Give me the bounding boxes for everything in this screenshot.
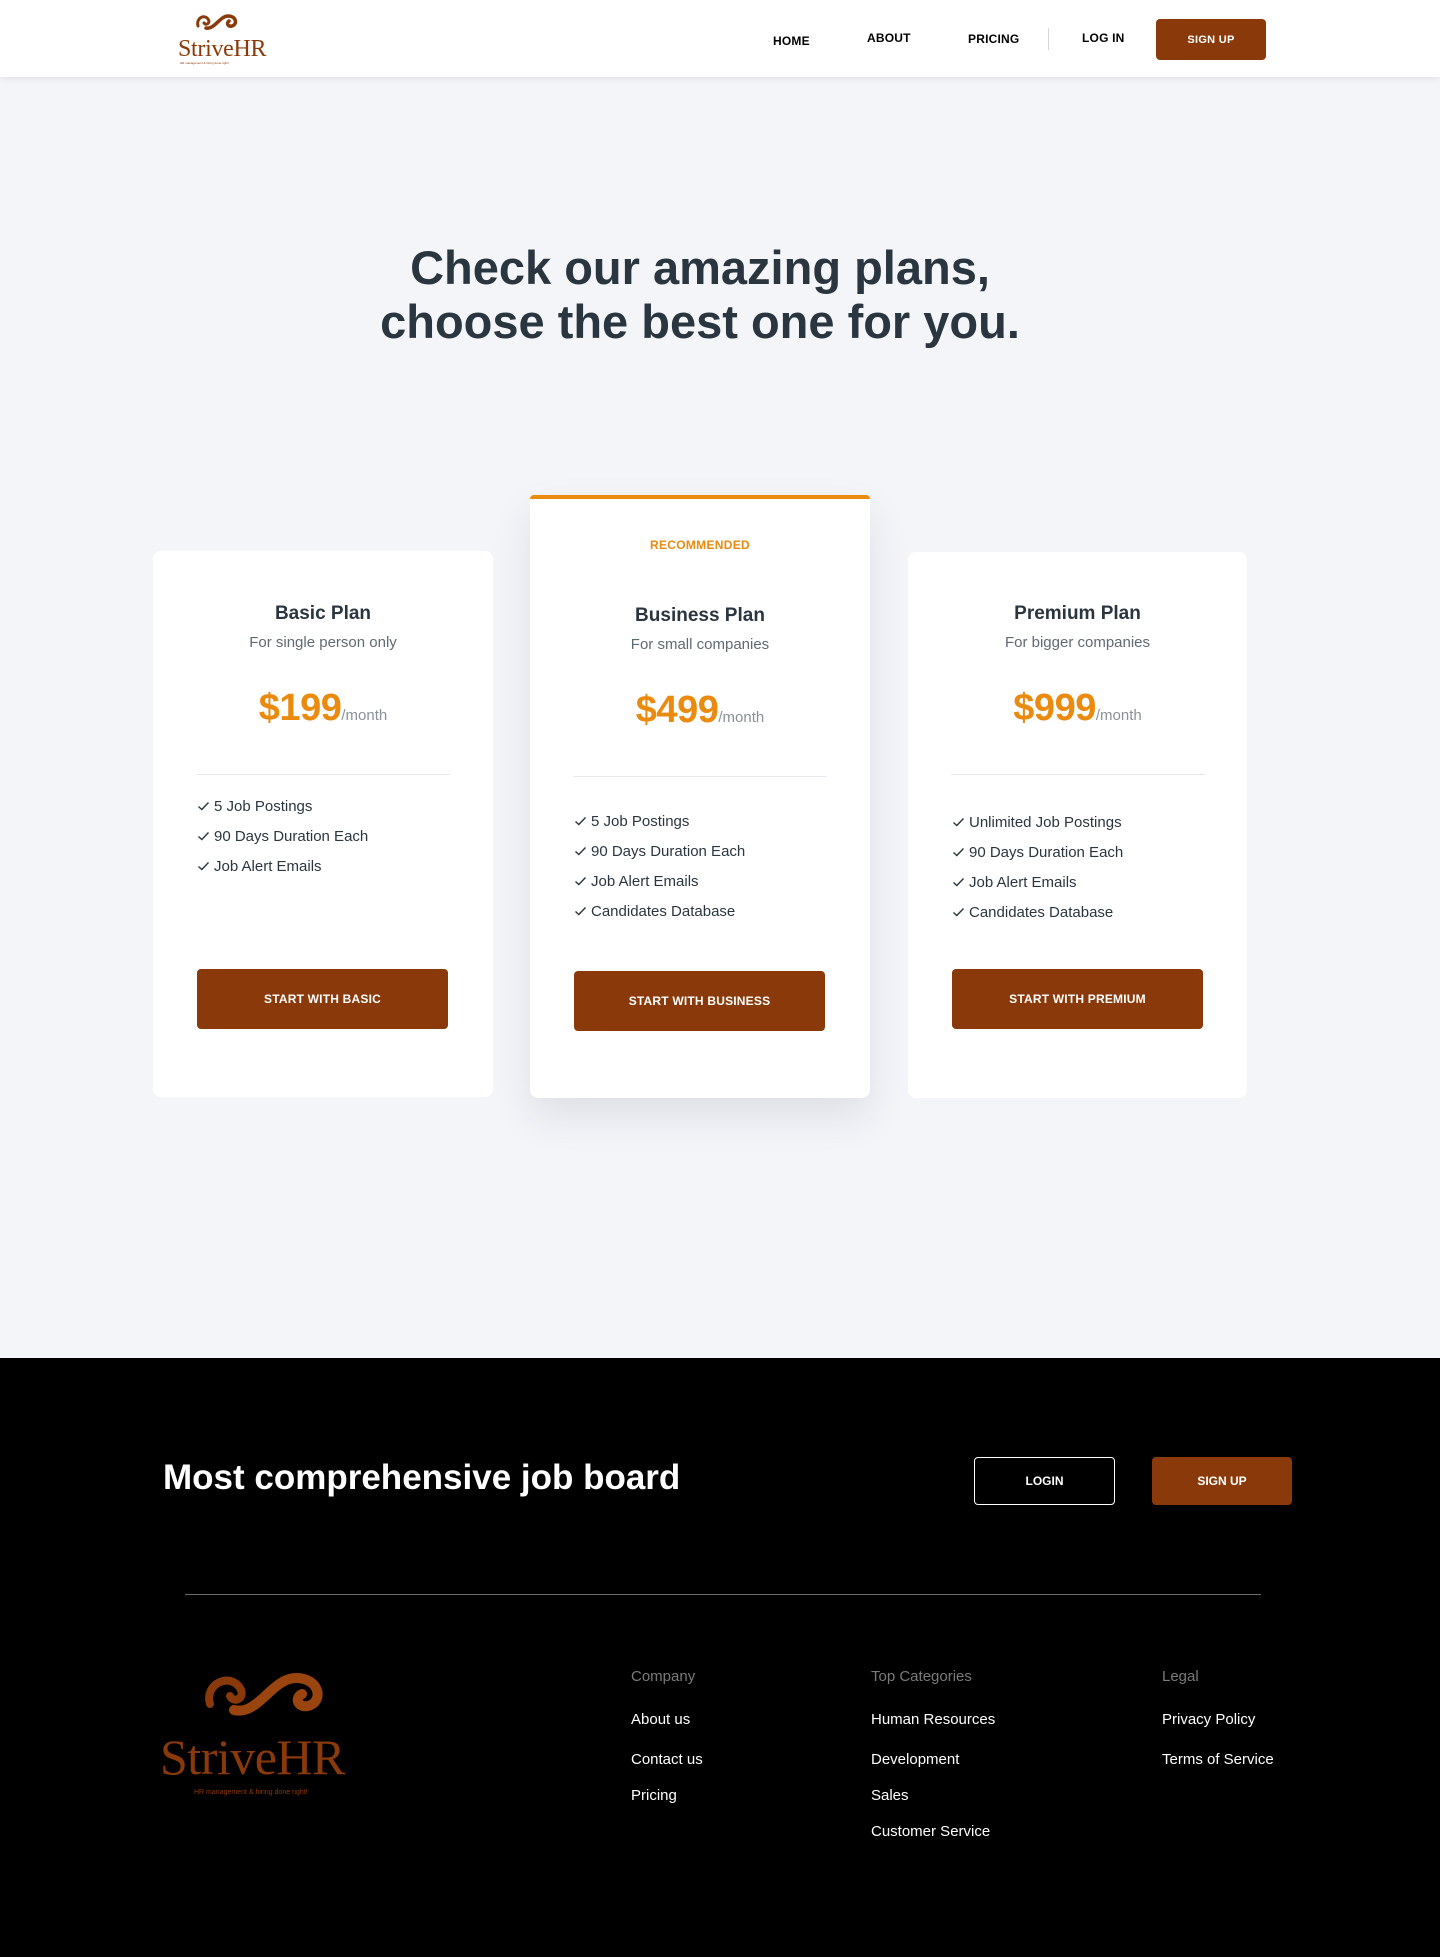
nav-home[interactable]: HOME — [773, 34, 810, 48]
plan-subtitle: For single person only — [249, 634, 397, 651]
check-icon — [575, 907, 587, 916]
plan-card-business: RECOMMENDED Business Plan For small comp… — [530, 495, 870, 1098]
title-line-2: choose the best one for you. — [380, 295, 1020, 348]
feature-item: Job Alert Emails — [574, 866, 745, 896]
footer-link-pricing[interactable]: Pricing — [631, 1787, 677, 1804]
footer-col-legal-heading: Legal — [1162, 1668, 1199, 1685]
start-premium-button[interactable]: START WITH PREMIUM — [952, 969, 1203, 1029]
feature-item: 5 Job Postings — [574, 806, 745, 836]
plan-period: /month — [1095, 707, 1142, 724]
nav-about[interactable]: ABOUT — [867, 31, 911, 45]
plan-period: /month — [341, 707, 388, 724]
feature-item: Job Alert Emails — [952, 867, 1123, 897]
nav-pricing[interactable]: PRICING — [968, 32, 1019, 46]
feature-list: 5 Job Postings 90 Days Duration Each Job… — [197, 791, 368, 881]
recommended-badge: RECOMMENDED — [650, 538, 750, 552]
feature-item: 90 Days Duration Each — [197, 821, 368, 851]
footer-link-privacy[interactable]: Privacy Policy — [1162, 1711, 1255, 1728]
check-icon — [575, 847, 587, 856]
footer-link-contact[interactable]: Contact us — [631, 1751, 703, 1768]
plan-subtitle: For small companies — [630, 636, 770, 653]
feature-item: 90 Days Duration Each — [952, 837, 1123, 867]
footer-col-categories-heading: Top Categories — [871, 1668, 972, 1685]
plan-name: Business Plan — [635, 605, 765, 626]
plan-period: /month — [718, 709, 765, 726]
check-icon — [575, 877, 587, 886]
check-icon — [198, 862, 210, 871]
feature-item: 90 Days Duration Each — [574, 836, 745, 866]
card-divider — [951, 774, 1205, 775]
nav-login[interactable]: LOG IN — [1082, 31, 1125, 45]
feature-item: Candidates Database — [952, 897, 1123, 927]
footer-link-about[interactable]: About us — [631, 1711, 690, 1728]
plan-price-row: $199/month — [153, 687, 493, 730]
plan-price: $199 — [258, 687, 342, 729]
footer-link-sales[interactable]: Sales — [871, 1787, 909, 1804]
feature-item: Candidates Database — [574, 896, 745, 926]
plan-price-row: $499/month — [530, 689, 870, 732]
footer-logo[interactable]: StriveHR HR management & hiring done rig… — [160, 1658, 380, 1798]
feature-item: Job Alert Emails — [197, 851, 368, 881]
title-line-1: Check our amazing plans, — [410, 241, 990, 294]
check-icon — [575, 817, 587, 826]
page-title: Check our amazing plans, choose the best… — [0, 241, 1400, 349]
plan-price-row: $999/month — [908, 687, 1247, 730]
start-basic-button[interactable]: START WITH BASIC — [197, 969, 448, 1029]
swirl-icon — [205, 1672, 323, 1716]
check-icon — [953, 908, 965, 917]
logo-wordmark: StriveHR — [178, 36, 267, 62]
check-icon — [198, 832, 210, 841]
start-business-button[interactable]: START WITH BUSINESS — [574, 971, 825, 1031]
footer-link-development[interactable]: Development — [871, 1751, 959, 1768]
footer-col-company-heading: Company — [631, 1668, 696, 1685]
pricing-section: Check our amazing plans, choose the best… — [0, 77, 1440, 1358]
check-icon — [953, 818, 965, 827]
nav-divider — [1048, 28, 1049, 50]
plan-subtitle: For bigger companies — [1004, 634, 1151, 651]
check-icon — [198, 802, 210, 811]
feature-item: 5 Job Postings — [197, 791, 368, 821]
footer-signup-button[interactable]: SIGN UP — [1152, 1457, 1292, 1505]
footer-link-human-resources[interactable]: Human Resources — [871, 1711, 995, 1728]
site-header: StriveHR HR management & hiring done rig… — [0, 0, 1440, 77]
feature-item: Unlimited Job Postings — [952, 807, 1123, 837]
plan-card-premium: Premium Plan For bigger companies $999/m… — [908, 552, 1247, 1098]
footer-link-customer-service[interactable]: Customer Service — [871, 1823, 990, 1840]
logo-tagline: HR management & hiring done right! — [180, 61, 229, 65]
logo-wordmark: StriveHR — [160, 1729, 345, 1785]
check-icon — [953, 848, 965, 857]
site-footer: Most comprehensive job board LOGIN SIGN … — [0, 1358, 1440, 1957]
card-divider — [573, 776, 827, 777]
check-icon — [953, 878, 965, 887]
swirl-icon — [196, 14, 238, 30]
plan-price: $999 — [1013, 687, 1096, 729]
card-divider — [196, 774, 450, 775]
plan-price: $499 — [635, 689, 719, 731]
logo[interactable]: StriveHR HR management & hiring done rig… — [176, 8, 272, 66]
logo-tagline: HR management & hiring done right! — [194, 1789, 308, 1796]
footer-title: Most comprehensive job board — [163, 1458, 681, 1497]
footer-link-terms[interactable]: Terms of Service — [1162, 1751, 1274, 1768]
footer-divider — [185, 1594, 1261, 1595]
plan-card-basic: Basic Plan For single person only $199/m… — [153, 551, 493, 1097]
signup-button[interactable]: SIGN UP — [1156, 19, 1266, 60]
footer-login-button[interactable]: LOGIN — [974, 1457, 1115, 1505]
feature-list: 5 Job Postings 90 Days Duration Each Job… — [574, 806, 745, 926]
plan-name: Basic Plan — [274, 603, 372, 624]
feature-list: Unlimited Job Postings 90 Days Duration … — [952, 807, 1123, 927]
plan-name: Premium Plan — [1014, 603, 1141, 624]
